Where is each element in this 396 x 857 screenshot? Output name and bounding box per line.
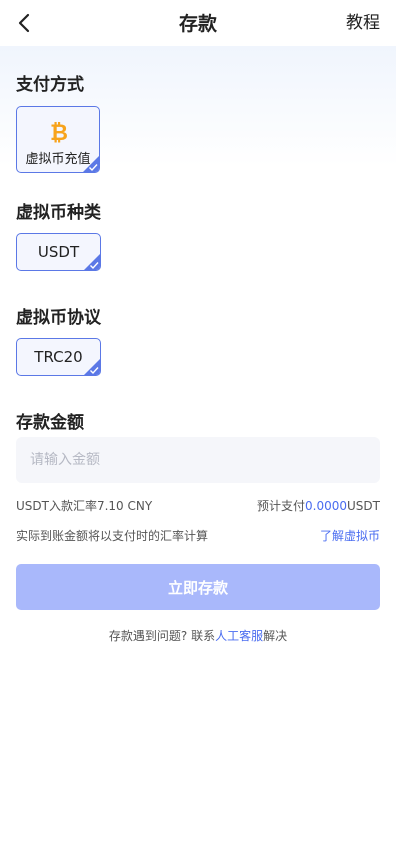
selected-check-icon <box>84 359 100 375</box>
header-bar: 存款 教程 <box>0 0 396 46</box>
learn-crypto-link[interactable]: 了解虚拟币 <box>320 527 380 544</box>
coin-option-usdt[interactable]: USDT <box>16 233 101 271</box>
protocol-title: 虚拟币协议 <box>16 308 101 328</box>
help-question: 存款遇到问题? <box>108 629 188 643</box>
amount-title: 存款金额 <box>16 413 84 433</box>
estimate-value: 0.0000 <box>305 499 348 513</box>
protocol-option-label: TRC20 <box>34 348 83 366</box>
customer-service-link[interactable]: 人工客服 <box>215 629 263 643</box>
payment-method-title: 支付方式 <box>16 75 84 95</box>
coin-type-title: 虚拟币种类 <box>16 203 101 223</box>
help-contact-suffix: 解决 <box>263 629 288 643</box>
notice-row: 实际到账金额将以支付时的汇率计算 了解虚拟币 <box>16 527 380 544</box>
protocol-option-trc20[interactable]: TRC20 <box>16 338 101 376</box>
selected-check-icon <box>84 254 100 270</box>
estimate-prefix: 预计支付 <box>257 499 306 513</box>
exchange-rate-text: USDT入款汇率7.10 CNY <box>16 499 153 513</box>
amount-input[interactable] <box>16 437 380 483</box>
payment-option-crypto[interactable]: ₿ 虚拟币充值 <box>16 106 100 173</box>
estimated-payment: 预计支付0.0000USDT <box>257 497 380 514</box>
help-contact-prefix: 联系 <box>191 629 216 643</box>
estimate-unit: USDT <box>347 499 380 513</box>
svg-text:₿: ₿ <box>50 121 68 144</box>
rate-row: USDT入款汇率7.10 CNY 预计支付0.0000USDT <box>16 497 380 514</box>
coin-option-label: USDT <box>37 243 80 261</box>
help-footer: 存款遇到问题? 联系人工客服解决 <box>0 627 396 644</box>
deposit-submit-button[interactable]: 立即存款 <box>16 564 380 610</box>
selected-check-icon <box>83 156 99 172</box>
bitcoin-icon: ₿ <box>50 121 68 144</box>
exchange-notice-text: 实际到账金额将以支付时的汇率计算 <box>16 529 209 543</box>
tutorial-link[interactable]: 教程 <box>346 0 380 46</box>
page-title: 存款 <box>178 13 217 35</box>
